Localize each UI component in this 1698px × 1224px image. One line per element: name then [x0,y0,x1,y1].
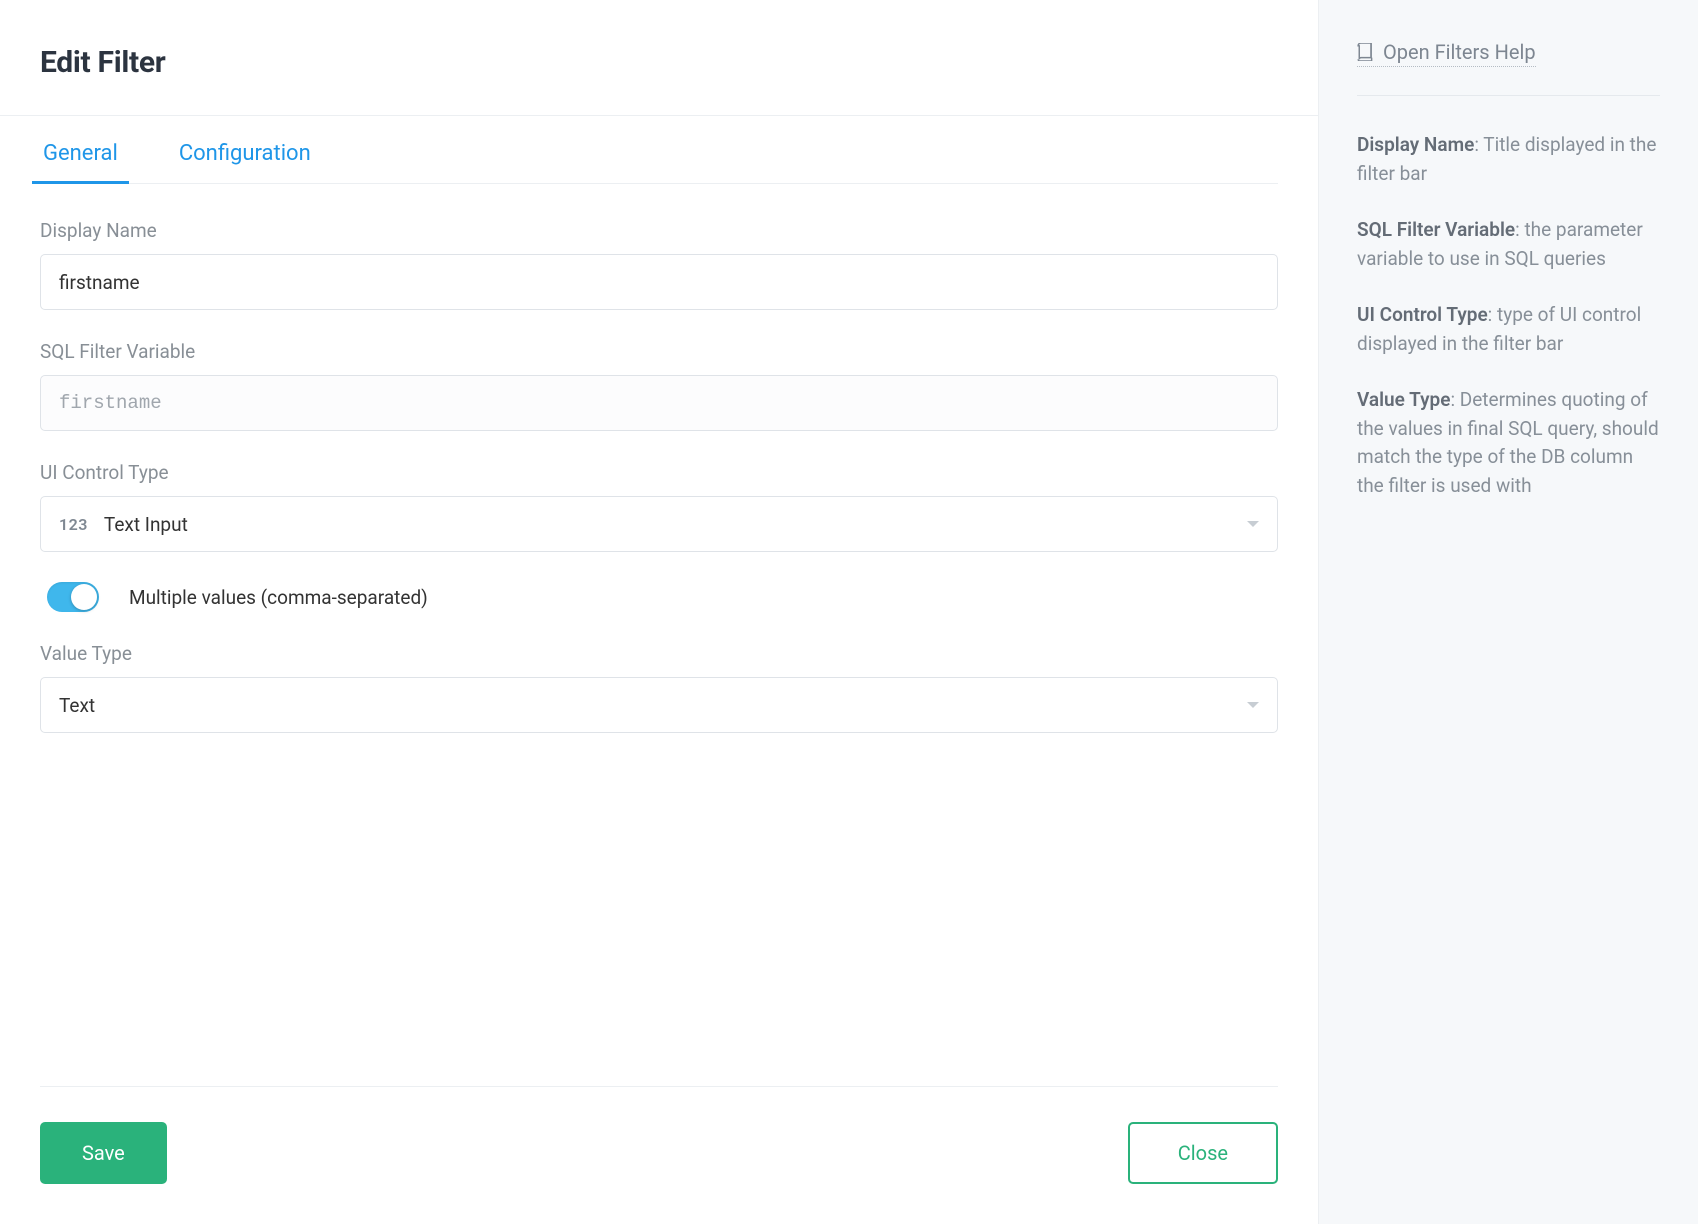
value-type-value-text: Text [59,694,95,717]
sidebar-divider [1357,95,1660,96]
chevron-down-icon [1247,702,1259,708]
help-item-sql-variable: SQL Filter Variable: the parameter varia… [1357,216,1660,273]
value-type-label: Value Type [40,642,1278,665]
content-area: General Configuration Display Name SQL F… [0,116,1318,1086]
help-term: Display Name [1357,133,1474,156]
footer-actions: Save Close [40,1086,1278,1224]
help-link-text: Open Filters Help [1383,40,1536,64]
tab-bar: General Configuration [40,116,1278,184]
value-type-select[interactable]: Text [40,677,1278,733]
multiple-values-row: Multiple values (comma-separated) [40,582,1278,612]
ui-control-label: UI Control Type [40,461,1278,484]
ui-control-group: UI Control Type 123 Text Input [40,461,1278,552]
close-button[interactable]: Close [1128,1122,1278,1184]
ui-control-select[interactable]: 123 Text Input [40,496,1278,552]
chevron-down-icon [1247,521,1259,527]
open-filters-help-link[interactable]: Open Filters Help [1357,40,1536,67]
ui-control-select-value: 123 Text Input [59,513,188,536]
sql-variable-group: SQL Filter Variable [40,340,1278,431]
help-item-ui-control: UI Control Type: type of UI control disp… [1357,301,1660,358]
page-header: Edit Filter [0,0,1318,115]
tab-configuration[interactable]: Configuration [176,116,314,183]
help-term: Value Type [1357,388,1450,411]
ui-control-value-text: Text Input [104,513,188,536]
book-icon [1357,43,1375,61]
page-title: Edit Filter [40,45,1278,80]
help-term: UI Control Type [1357,303,1488,326]
display-name-input[interactable] [40,254,1278,310]
toggle-knob [71,584,97,610]
help-item-display-name: Display Name: Title displayed in the fil… [1357,131,1660,188]
main-panel: Edit Filter General Configuration Displa… [0,0,1318,1224]
save-button[interactable]: Save [40,1122,167,1184]
display-name-label: Display Name [40,219,1278,242]
help-item-value-type: Value Type: Determines quoting of the va… [1357,386,1660,500]
value-type-group: Value Type Text [40,642,1278,733]
sql-variable-label: SQL Filter Variable [40,340,1278,363]
multiple-values-label: Multiple values (comma-separated) [129,586,428,609]
number-icon: 123 [59,515,88,534]
display-name-group: Display Name [40,219,1278,310]
help-sidebar: Open Filters Help Display Name: Title di… [1318,0,1698,1224]
help-term: SQL Filter Variable [1357,218,1515,241]
sql-variable-input[interactable] [40,375,1278,431]
multiple-values-toggle[interactable] [47,582,99,612]
tab-general[interactable]: General [40,116,121,183]
